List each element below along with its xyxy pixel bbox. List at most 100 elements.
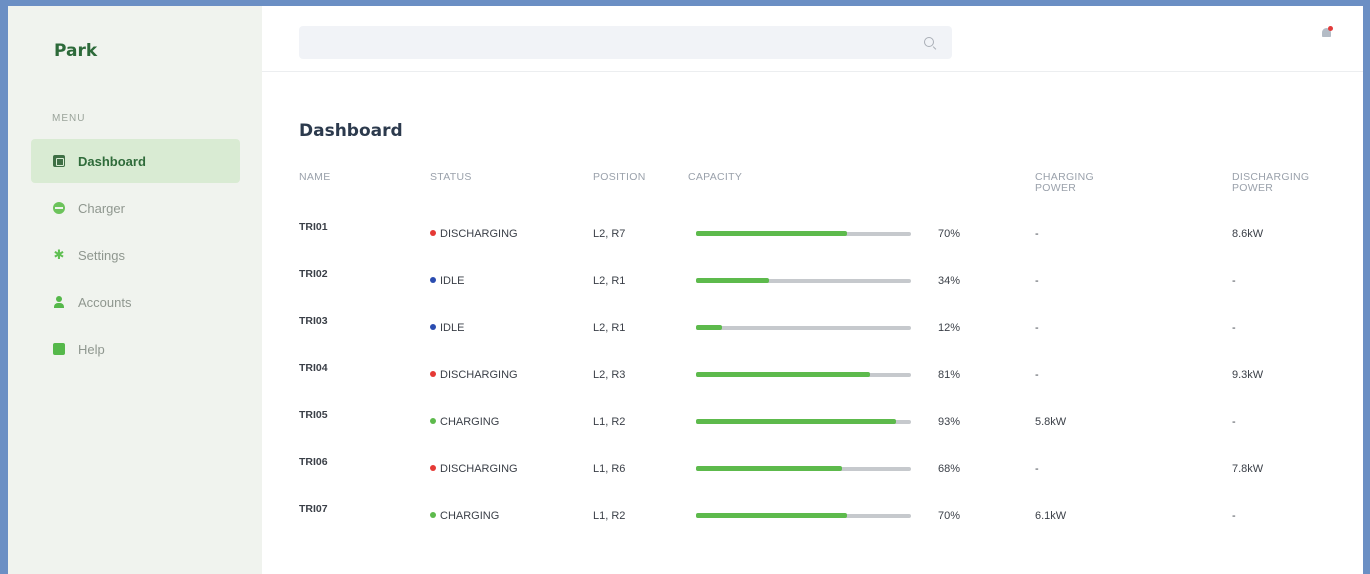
charging-power-cell: - [1035,368,1039,381]
position-cell: L1, R2 [593,415,626,428]
position-cell: L2, R7 [593,227,626,240]
table-row[interactable]: TRI04 DISCHARGING L2, R3 81% - 9.3kW [299,351,1342,398]
search-icon[interactable] [924,37,934,47]
status-dot-icon [430,464,436,471]
battery-name: TRI05 [299,408,328,421]
position-cell: L2, R3 [593,368,626,381]
capacity-bar-fill [696,325,722,330]
sidebar-nav: Dashboard Charger ✱ Settings Accounts He… [31,139,240,374]
capacity-bar-fill [696,513,847,518]
charging-power-cell: - [1035,462,1039,475]
table-row[interactable]: TRI02 IDLE L2, R1 34% - - [299,257,1342,304]
accounts-icon [53,296,65,308]
capacity-bar-fill [696,278,770,283]
sidebar-item-charger[interactable]: Charger [31,186,240,230]
main-content: Dashboard NAME STATUS POSITION CAPACITY … [262,6,1363,574]
column-header-discharging-power[interactable]: DISCHARGING POWER [1232,166,1342,210]
battery-name: TRI01 [299,220,328,233]
sidebar-item-label: Dashboard [78,153,146,169]
capacity-bar [696,466,911,471]
charging-power-cell: - [1035,227,1039,240]
sidebar-item-help[interactable]: Help [31,327,240,371]
table-row[interactable]: TRI03 IDLE L2, R1 12% - - [299,304,1342,351]
status-cell: DISCHARGING [430,210,593,257]
column-header-line: POWER [1035,182,1077,194]
charging-power-cell: 5.8kW [1035,415,1067,428]
status-dot-icon [430,323,436,330]
column-header-position[interactable]: POSITION [593,166,688,210]
status-label: DISCHARGING [440,462,518,475]
status-cell: DISCHARGING [430,445,593,492]
charging-power-cell: 6.1kW [1035,509,1067,522]
capacity-percent: 12% [938,321,961,334]
capacity-percent: 93% [938,415,961,428]
capacity-bar-fill [696,466,843,471]
column-header-capacity[interactable]: CAPACITY [688,166,938,210]
sidebar-item-accounts[interactable]: Accounts [31,280,240,324]
status-dot-icon [430,511,436,518]
column-header-charging-power[interactable]: CHARGING POWER [1035,166,1232,210]
table-row[interactable]: TRI05 CHARGING L1, R2 93% 5.8kW - [299,398,1342,445]
sidebar-item-settings[interactable]: ✱ Settings [31,233,240,277]
discharging-power-cell: 7.8kW [1232,462,1264,475]
app-window: Park MENU Dashboard Charger ✱ Settings A… [8,6,1363,574]
settings-icon: ✱ [53,247,65,262]
table-row[interactable]: TRI01 DISCHARGING L2, R7 70% - 8.6kW [299,210,1342,257]
status-cell: IDLE [430,257,593,304]
status-label: IDLE [440,274,465,287]
capacity-bar-cell [688,492,938,539]
battery-table: NAME STATUS POSITION CAPACITY CHARGING P… [299,166,1342,539]
capacity-bar-fill [696,231,847,236]
capacity-percent: 70% [938,227,961,240]
discharging-power-cell: - [1232,321,1236,334]
search-input[interactable] [299,26,952,59]
capacity-percent: 81% [938,368,961,381]
column-header-status[interactable]: STATUS [430,166,593,210]
capacity-bar [696,513,911,518]
notification-badge [1328,26,1333,31]
discharging-power-cell: - [1232,274,1236,287]
capacity-bar-fill [696,419,896,424]
sidebar-item-label: Accounts [78,294,132,310]
column-header-line: POWER [1232,182,1274,194]
help-icon [53,343,65,355]
table-header-row: NAME STATUS POSITION CAPACITY CHARGING P… [299,166,1342,210]
menu-section-label: MENU [52,113,86,124]
battery-name: TRI03 [299,314,328,327]
table-row[interactable]: TRI07 CHARGING L1, R2 70% 6.1kW - [299,492,1342,539]
status-cell: CHARGING [430,492,593,539]
battery-name: TRI02 [299,267,328,280]
capacity-percent: 70% [938,509,961,522]
capacity-bar-fill [696,372,871,377]
discharging-power-cell: 9.3kW [1232,368,1264,381]
sidebar: Park MENU Dashboard Charger ✱ Settings A… [8,6,262,574]
page-title: Dashboard [299,121,403,141]
status-label: CHARGING [440,415,500,428]
status-label: DISCHARGING [440,368,518,381]
sidebar-item-dashboard[interactable]: Dashboard [31,139,240,183]
capacity-bar-cell [688,351,938,398]
capacity-bar [696,372,911,377]
capacity-bar-cell [688,304,938,351]
capacity-percent: 34% [938,274,961,287]
capacity-bar [696,419,911,424]
status-cell: IDLE [430,304,593,351]
capacity-bar [696,278,911,283]
dashboard-icon [53,155,65,167]
sidebar-item-label: Charger [78,200,125,216]
charging-power-cell: - [1035,274,1039,287]
position-cell: L2, R1 [593,321,626,334]
discharging-power-cell: - [1232,509,1236,522]
charger-icon [53,202,65,214]
column-header-name[interactable]: NAME [299,166,430,210]
battery-name: TRI07 [299,502,328,515]
capacity-percent: 68% [938,462,961,475]
bell-icon[interactable] [1321,26,1333,38]
discharging-power-cell: 8.6kW [1232,227,1264,240]
table-row[interactable]: TRI06 DISCHARGING L1, R6 68% - 7.8kW [299,445,1342,492]
position-cell: L2, R1 [593,274,626,287]
brand-logo[interactable]: Park [54,41,97,61]
table-body: TRI01 DISCHARGING L2, R7 70% - 8.6kW TRI02 IDLE… [299,210,1342,539]
discharging-power-cell: - [1232,415,1236,428]
status-dot-icon [430,370,436,377]
